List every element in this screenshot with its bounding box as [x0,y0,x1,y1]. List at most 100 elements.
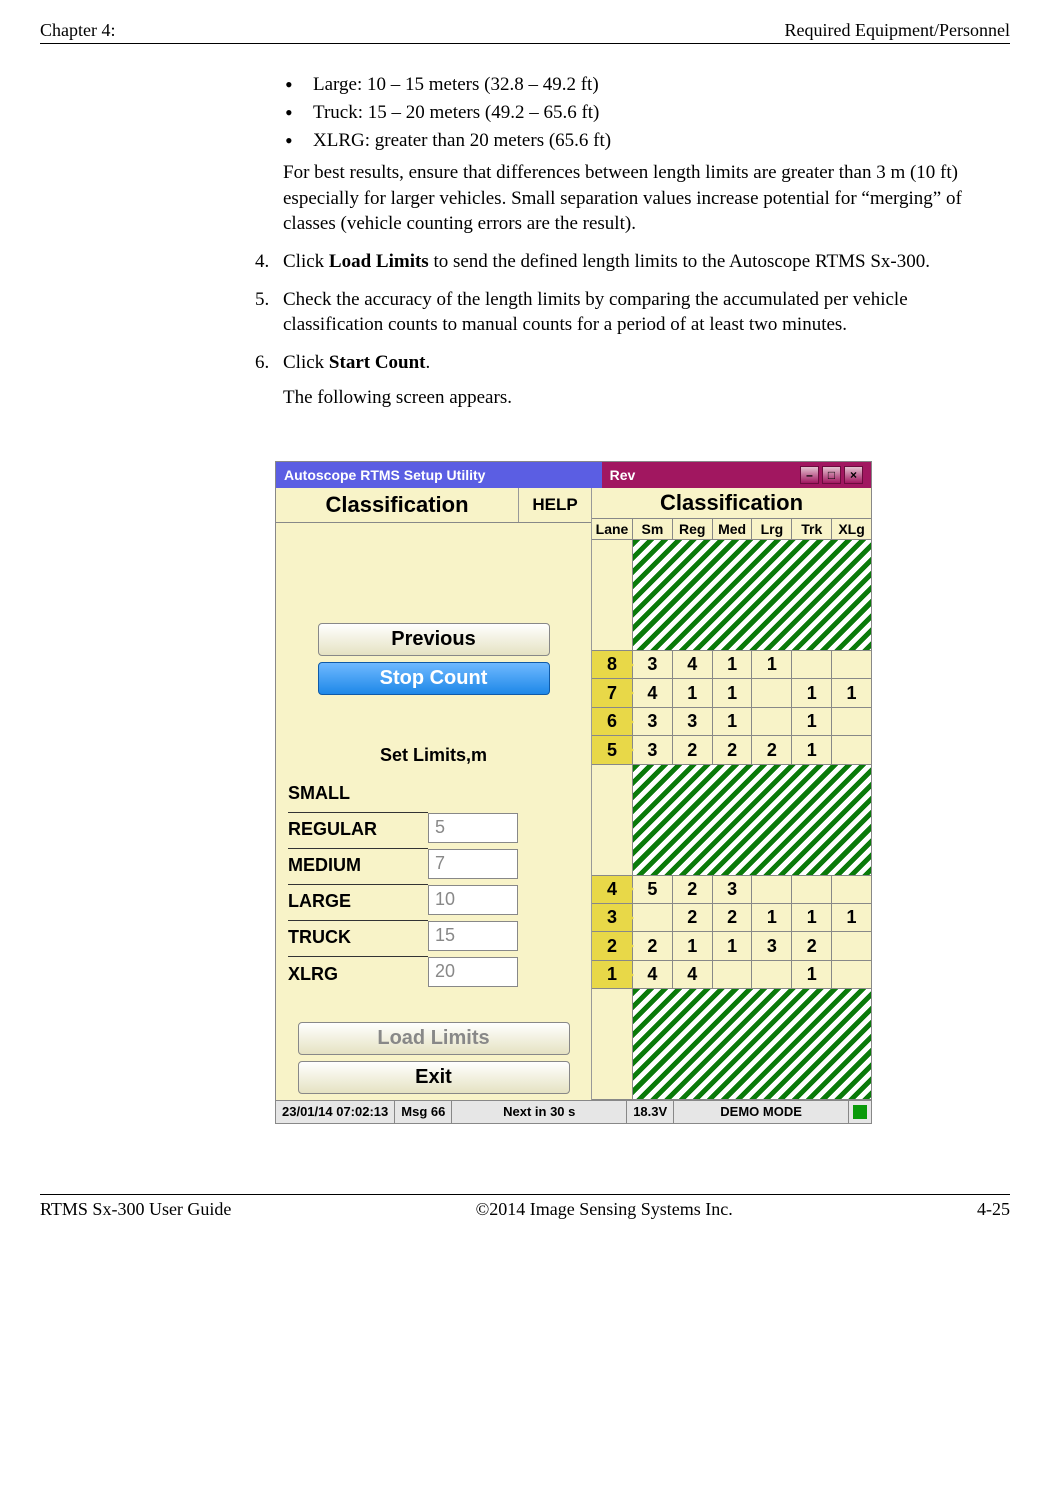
grid-cell: 1 [752,904,792,931]
limit-input-large[interactable] [428,885,518,915]
grid-cell: 1 [792,904,832,931]
header-left: Chapter 4: [40,20,115,41]
table-row [592,540,871,651]
grid-cell: 1 [713,708,753,735]
limit-label: MEDIUM [288,848,428,885]
list-item: XLRG: greater than 20 meters (65.6 ft) [285,130,995,152]
grid-cell: 1 [673,679,713,706]
grid-cell [792,651,832,678]
maximize-icon[interactable]: □ [822,466,841,484]
limit-label: SMALL [288,776,428,813]
table-row: 741111 [592,679,871,707]
grid-cell: 1 [673,932,713,959]
limit-input-medium[interactable] [428,849,518,879]
hatch-region [633,540,871,650]
grid-cell: 1 [792,708,832,735]
hatch-region [633,765,871,875]
grid-cell: 1 [792,679,832,706]
table-row: 532221 [592,736,871,764]
grid-cell [832,932,871,959]
grid-cell: 3 [752,932,792,959]
paragraph: For best results, ensure that difference… [255,160,995,237]
grid-cell: 3 [713,876,753,903]
limit-input-truck[interactable] [428,921,518,951]
close-icon[interactable]: × [844,466,863,484]
grid-cell [832,708,871,735]
table-row [592,765,871,876]
lane-cell: 2 [592,932,633,959]
grid-cell: 1 [832,904,871,931]
lane-cell: 4 [592,876,633,903]
table-row: 221132 [592,932,871,960]
lane-cell: 7 [592,679,633,706]
hatch-region [633,989,871,1099]
grid-cell: 4 [633,679,673,706]
grid-cell [633,904,673,931]
table-row: 1441 [592,961,871,989]
grid-cell: 1 [832,679,871,706]
grid-cell: 5 [633,876,673,903]
column-headers: Lane Sm Reg Med Lrg Trk XLg [592,519,871,540]
grid-cell [752,961,792,988]
limit-input-regular[interactable] [428,813,518,843]
grid-cell: 2 [713,736,753,763]
lane-cell: 5 [592,736,633,763]
grid-cell: 4 [673,651,713,678]
load-limits-button[interactable]: Load Limits [298,1022,570,1055]
limit-input-xlrg[interactable] [428,957,518,987]
bullet-list: Large: 10 – 15 meters (32.8 – 49.2 ft) T… [255,74,995,152]
stop-count-button[interactable]: Stop Count [318,662,550,695]
page-header: Chapter 4: Required Equipment/Personnel [40,20,1010,44]
page-footer: RTMS Sx-300 User Guide ©2014 Image Sensi… [40,1194,1010,1220]
list-item: Large: 10 – 15 meters (32.8 – 49.2 ft) [285,74,995,96]
status-lamp-icon [853,1105,867,1119]
table-row [592,989,871,1100]
previous-button[interactable]: Previous [318,623,550,656]
grid-cell: 1 [792,736,832,763]
grid-cell: 3 [633,708,673,735]
limit-label: XLRG [288,956,428,992]
help-button[interactable]: HELP [518,488,591,522]
right-panel-title: Classification [592,488,871,519]
grid-cell: 1 [713,679,753,706]
grid-cell [713,961,753,988]
footer-right: 4-25 [977,1199,1010,1220]
list-item: Truck: 15 – 20 meters (49.2 – 65.6 ft) [285,102,995,124]
status-bar: 23/01/14 07:02:13 Msg 66 Next in 30 s 18… [276,1100,871,1123]
status-msg: Msg 66 [395,1101,452,1123]
step-6-note: The following screen appears. [283,385,995,411]
grid-cell [792,876,832,903]
grid-cell [752,876,792,903]
minimize-icon[interactable]: – [800,466,819,484]
step-4: Click Load Limits to send the defined le… [255,249,995,275]
grid-cell: 1 [752,651,792,678]
grid-cell: 1 [713,651,753,678]
grid-cell: 4 [673,961,713,988]
limit-label: LARGE [288,884,428,921]
grid-cell: 1 [713,932,753,959]
left-panel-title: Classification [276,488,518,522]
grid-cell: 2 [673,876,713,903]
table-row: 4523 [592,876,871,904]
limit-label: TRUCK [288,920,428,957]
classification-grid: 8341174111163311532221452332211122113214… [592,540,871,1100]
table-row: 83411 [592,651,871,679]
footer-center: ©2014 Image Sensing Systems Inc. [476,1199,733,1220]
titlebar-right: Rev – □ × [602,462,871,488]
lane-cell: 8 [592,651,633,678]
lane-cell: 1 [592,961,633,988]
grid-cell: 2 [713,904,753,931]
footer-left: RTMS Sx-300 User Guide [40,1199,231,1220]
grid-cell: 3 [673,708,713,735]
grid-cell: 2 [673,736,713,763]
exit-button[interactable]: Exit [298,1061,570,1094]
step-6: Click Start Count. The following screen … [255,350,995,411]
table-row: 63311 [592,708,871,736]
grid-cell [752,679,792,706]
limits-grid: SMALL REGULAR MEDIUM LARGE TRUCK XLRG [276,776,591,992]
grid-cell: 4 [633,961,673,988]
grid-cell: 2 [792,932,832,959]
grid-cell: 3 [633,736,673,763]
table-row: 322111 [592,904,871,932]
grid-cell [832,736,871,763]
